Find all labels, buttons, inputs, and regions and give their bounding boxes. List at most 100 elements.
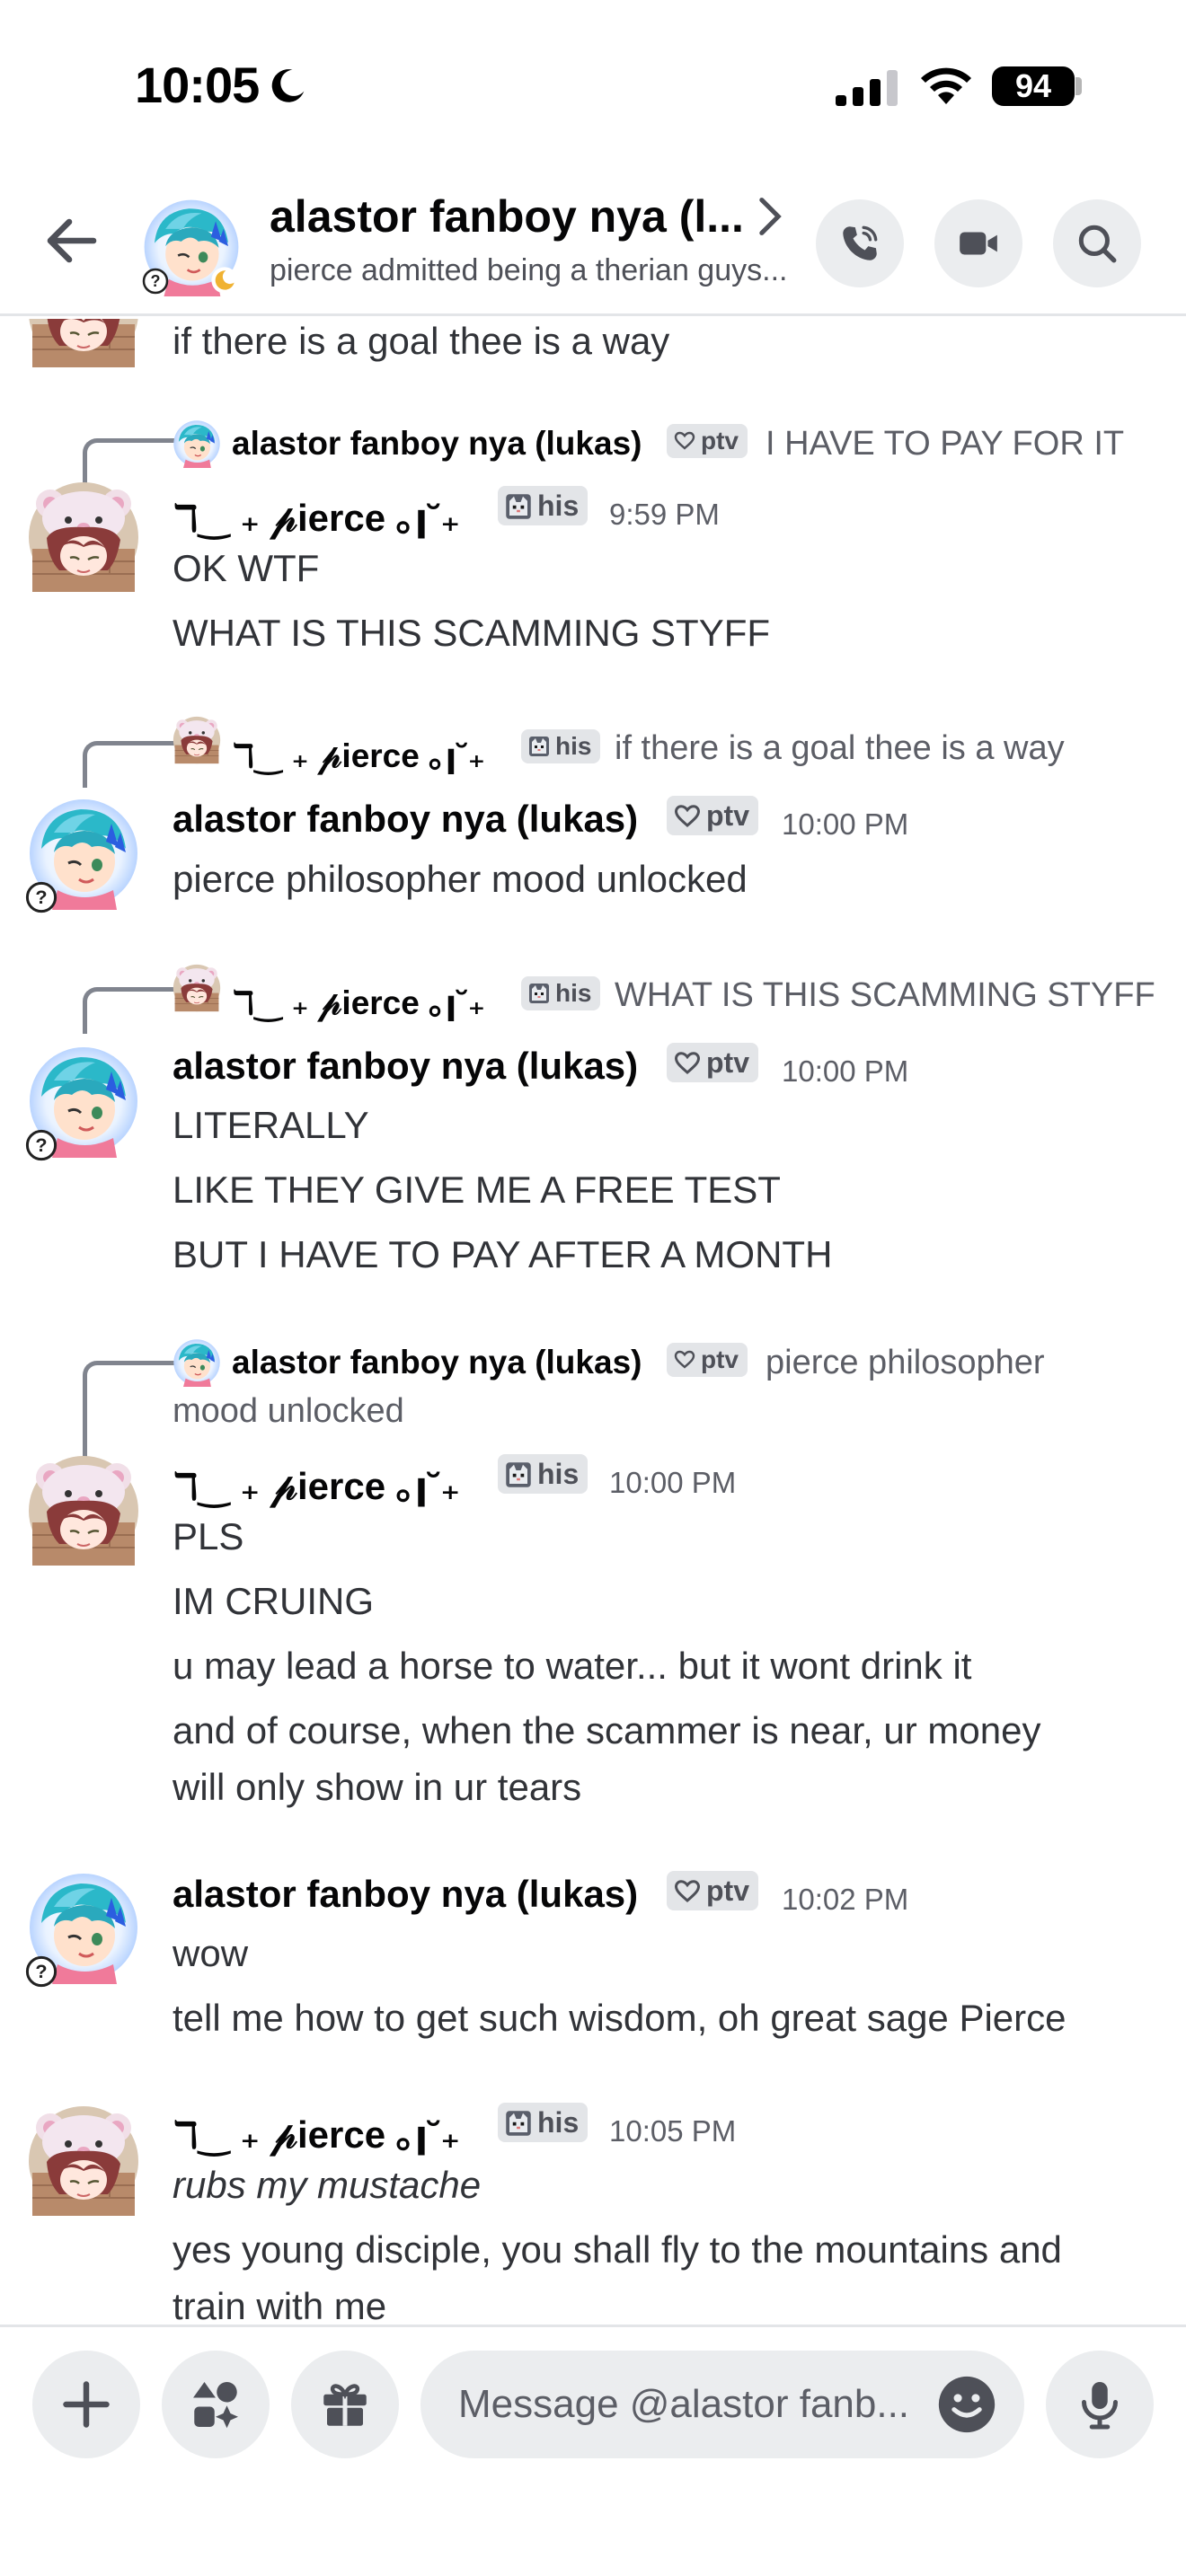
message-text: LIKE THEY GIVE ME A FREE TEST [173, 1169, 781, 1211]
message-input-container[interactable] [420, 2351, 1024, 2458]
role-tag: his [498, 1454, 589, 1494]
phone-icon [843, 225, 878, 260]
message-text: u may lead a horse to water... but it wo… [173, 1645, 972, 1687]
gift-button[interactable] [291, 2351, 399, 2458]
reply-author[interactable]: ℸ‿ ₊ 𝓅ierce ｡ꞁ˘₊ [232, 975, 485, 1024]
message-text: PLS [173, 1515, 244, 1557]
avatar[interactable] [27, 2104, 140, 2218]
avatar[interactable] [27, 319, 140, 369]
mic-icon [1082, 2382, 1118, 2430]
video-call-button[interactable] [934, 199, 1022, 287]
message-text: will only show in ur tears [173, 1766, 582, 1808]
dm-header: alastor fanboy nya (l... pierce admitted… [0, 171, 1186, 316]
role-tag: ptv [667, 424, 748, 458]
battery-indicator: 94 [992, 66, 1075, 106]
message-text: train with me [173, 2285, 387, 2325]
cat-icon [505, 2110, 532, 2137]
signal-icon [836, 70, 898, 106]
message-input[interactable] [458, 2376, 925, 2433]
voice-message-button[interactable] [1046, 2351, 1154, 2458]
search-button[interactable] [1053, 199, 1141, 287]
moon-icon [271, 69, 305, 102]
message-text: yes young disciple, you shall fly to the… [173, 2228, 1062, 2271]
role-tag: ptv [667, 796, 758, 835]
reply-preview[interactable]: WHAT IS THIS SCAMMING STYFF [615, 976, 1155, 1015]
message-text: BUT I HAVE TO PAY AFTER A MONTH [173, 1233, 833, 1275]
voice-call-button[interactable] [816, 199, 904, 287]
role-tag: ptv [667, 1343, 748, 1377]
back-arrow-icon[interactable] [40, 208, 104, 273]
message-timestamp: 9:59 PM [609, 498, 720, 531]
reply-author[interactable]: alastor fanboy nya (lukas) [232, 1344, 642, 1381]
header-title[interactable]: alastor fanboy nya (l... [270, 190, 744, 243]
message-timestamp: 10:00 PM [782, 807, 909, 841]
message-timestamp: 10:00 PM [609, 1466, 737, 1499]
message-timestamp: 10:00 PM [782, 1054, 909, 1088]
unknown-status-icon [25, 1955, 58, 1988]
apps-button[interactable] [162, 2351, 270, 2458]
header-avatar[interactable] [142, 198, 241, 296]
message-author[interactable]: ℸ‿ ₊ 𝓅ierce ｡ꞁ˘₊ [173, 1456, 460, 1511]
heart-icon [674, 430, 695, 452]
reply-preview[interactable]: I HAVE TO PAY FOR IT [766, 425, 1124, 463]
message-text: WHAT IS THIS SCAMMING STYFF [173, 612, 771, 654]
video-icon [960, 232, 997, 255]
unknown-status-icon [142, 268, 169, 295]
role-tag: ptv [667, 1871, 758, 1910]
message-author[interactable]: ℸ‿ ₊ 𝓅ierce ｡ꞁ˘₊ [173, 488, 460, 543]
reply-avatar [173, 716, 221, 764]
reply-connector [83, 987, 176, 1034]
reply-author[interactable]: alastor fanboy nya (lukas) [232, 425, 642, 463]
plus-icon [63, 2381, 110, 2428]
role-tag: his [521, 729, 601, 763]
message-list[interactable]: if there is a goal thee is a way alastor… [0, 319, 1186, 2325]
gift-icon [323, 2384, 367, 2426]
message-text: tell me how to get such wisdom, oh great… [173, 1997, 1067, 2039]
battery-nub [1075, 77, 1082, 95]
role-tag: ptv [667, 1043, 758, 1082]
reply-preview[interactable]: if there is a goal thee is a way [615, 729, 1065, 768]
cat-icon [528, 983, 550, 1004]
avatar[interactable] [27, 481, 140, 594]
attach-button[interactable] [32, 2351, 140, 2458]
message-text: OK WTF [173, 547, 320, 589]
unknown-status-icon [25, 881, 58, 913]
reply-avatar [173, 964, 221, 1012]
status-time: 10:05 [135, 57, 260, 113]
avatar[interactable] [27, 1454, 140, 1567]
chevron-right-icon[interactable] [757, 196, 783, 237]
heart-icon [674, 1349, 695, 1371]
apps-icon [193, 2382, 238, 2429]
reply-avatar [173, 1338, 221, 1387]
emoji-icon[interactable] [936, 2374, 997, 2435]
heart-icon [674, 1050, 701, 1077]
message-text: if there is a goal thee is a way [173, 320, 670, 362]
message-text: and of course, when the scammer is near,… [173, 1709, 1041, 1751]
message-author[interactable]: alastor fanboy nya (lukas) [173, 1873, 638, 1916]
cat-icon [505, 1461, 532, 1488]
heart-icon [674, 803, 701, 830]
reply-preview[interactable]: pierce philosopher [766, 1344, 1045, 1382]
cat-icon [505, 493, 532, 520]
role-tag: his [521, 976, 601, 1010]
message-author[interactable]: alastor fanboy nya (lukas) [173, 798, 638, 841]
message-timestamp: 10:05 PM [609, 2114, 737, 2148]
message-author[interactable]: alastor fanboy nya (lukas) [173, 1045, 638, 1088]
wifi-icon [921, 67, 971, 104]
role-tag: his [498, 486, 589, 525]
message-author[interactable]: ℸ‿ ₊ 𝓅ierce ｡ꞁ˘₊ [173, 2104, 460, 2159]
heart-icon [674, 1878, 701, 1905]
message-timestamp: 10:02 PM [782, 1883, 909, 1916]
status-bar: 10:05 94 [0, 0, 1186, 171]
search-icon [1078, 225, 1117, 263]
idle-moon-icon [211, 267, 238, 294]
reply-preview[interactable]: mood unlocked [173, 1392, 404, 1431]
cat-icon [528, 736, 550, 757]
reply-connector [83, 438, 176, 485]
reply-author[interactable]: ℸ‿ ₊ 𝓅ierce ｡ꞁ˘₊ [232, 728, 485, 777]
unknown-status-icon [25, 1129, 58, 1161]
header-subtitle[interactable]: pierce admitted being a therian guys... [270, 253, 787, 288]
message-text: rubs my mustache [173, 2164, 482, 2206]
message-text: LITERALLY [173, 1104, 369, 1146]
message-composer [0, 2325, 1186, 2576]
